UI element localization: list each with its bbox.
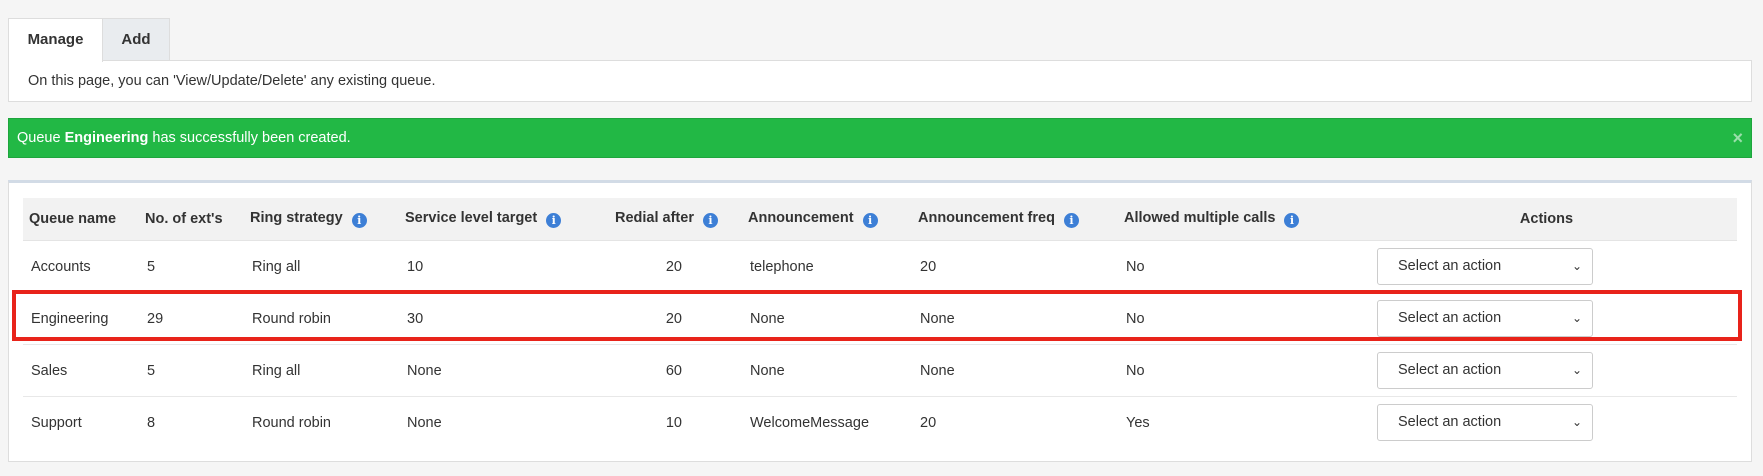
header-actions: Actions [1350,198,1737,241]
info-icon[interactable]: i [546,213,562,228]
cell-queue-name: Engineering [23,292,139,345]
table-row: Accounts 5 Ring all 10 20 telephone 20 N… [23,240,1737,293]
cell-allowed-multiple: No [1118,344,1350,397]
action-select-value: Select an action [1398,362,1502,378]
action-select[interactable]: Select an action ⌄ [1377,248,1593,285]
table-row: Engineering 29 Round robin 30 20 None No… [23,292,1737,345]
header-redial-after[interactable]: Redial after i [609,198,742,241]
success-alert: Queue Engineering has successfully been … [8,118,1752,158]
header-queue-name[interactable]: Queue name [23,198,139,241]
header-num-exts[interactable]: No. of ext's [139,198,244,241]
chevron-down-icon: ⌄ [1571,259,1582,273]
header-ring-strategy[interactable]: Ring strategy i [244,198,399,241]
cell-redial-after: 10 [665,414,682,431]
cell-allowed-multiple: No [1118,240,1350,293]
cell-announcement-freq: 20 [912,240,1118,293]
cell-actions: Select an action ⌄ [1350,344,1737,397]
queues-table: Queue name No. of ext's Ring strategy i S… [23,198,1737,448]
header-announcement[interactable]: Announcement i [742,198,912,241]
cell-ring-strategy: Round robin [252,414,331,431]
alert-prefix: Queue [17,130,65,146]
cell-service-level: None [399,344,609,397]
action-select-value: Select an action [1398,310,1502,326]
tab-manage[interactable]: Manage [8,18,103,62]
info-icon[interactable]: i [1063,213,1079,228]
cell-actions: Select an action ⌄ [1350,397,1737,449]
cell-announcement-freq: None [912,292,1118,345]
cell-ring-strategy: Ring all [244,240,399,293]
cell-num-exts: 8 [147,414,156,431]
cell-service-level: 10 [399,240,609,293]
action-select[interactable]: Select an action ⌄ [1377,352,1593,389]
cell-announcement: None [742,292,912,345]
header-service-level[interactable]: Service level target i [399,198,609,241]
tab-add[interactable]: Add [103,18,170,61]
close-icon[interactable]: × [1732,119,1743,157]
cell-actions: Select an action ⌄ [1350,240,1737,293]
action-select-value: Select an action [1398,258,1502,274]
header-allowed-multiple[interactable]: Allowed multiple calls i [1118,198,1350,241]
cell-announcement-freq: None [912,344,1118,397]
table-row: Support 8 Round robin None 10 WelcomeMes… [23,397,1737,449]
action-select[interactable]: Select an action ⌄ [1377,404,1593,441]
cell-redial-after: 20 [609,292,742,345]
cell-announcement: WelcomeMessage [750,414,870,431]
cell-service-level: 30 [399,292,609,345]
info-icon[interactable]: i [702,213,718,228]
cell-announcement: telephone [742,240,912,293]
queues-panel: Queue name No. of ext's Ring strategy i S… [8,180,1752,462]
table-row: Sales 5 Ring all None 60 None None No Se… [23,344,1737,397]
cell-ring-strategy: Round robin [244,292,399,345]
info-icon[interactable]: i [862,213,878,228]
tab-bar: Manage Add [8,18,170,62]
cell-allowed-multiple: Yes [1126,414,1150,431]
header-announcement-freq[interactable]: Announcement freq i [912,198,1118,241]
cell-queue-name: Sales [23,344,139,397]
chevron-down-icon: ⌄ [1571,311,1582,325]
info-icon[interactable]: i [351,213,367,228]
cell-ring-strategy: Ring all [244,344,399,397]
cell-allowed-multiple: No [1118,292,1350,345]
chevron-down-icon: ⌄ [1571,363,1582,377]
cell-num-exts: 29 [139,292,244,345]
action-select[interactable]: Select an action ⌄ [1377,300,1593,337]
cell-num-exts: 5 [139,240,244,293]
alert-queue-name: Engineering [64,130,149,146]
cell-service-level: None [407,414,442,431]
cell-announcement: None [742,344,912,397]
info-icon[interactable]: i [1284,213,1300,228]
info-panel: On this page, you can 'View/Update/Delet… [8,60,1752,102]
alert-suffix: has successfully been created. [148,130,351,146]
action-select-value: Select an action [1398,414,1502,430]
cell-queue-name: Support [31,414,82,431]
cell-redial-after: 20 [609,240,742,293]
cell-num-exts: 5 [139,344,244,397]
chevron-down-icon: ⌄ [1571,415,1582,429]
cell-actions: Select an action ⌄ [1350,292,1737,345]
cell-redial-after: 60 [609,344,742,397]
cell-queue-name: Accounts [23,240,139,293]
cell-announcement-freq: 20 [920,414,937,431]
table-header-row: Queue name No. of ext's Ring strategy i S… [23,198,1737,241]
info-text: On this page, you can 'View/Update/Delet… [28,73,436,89]
